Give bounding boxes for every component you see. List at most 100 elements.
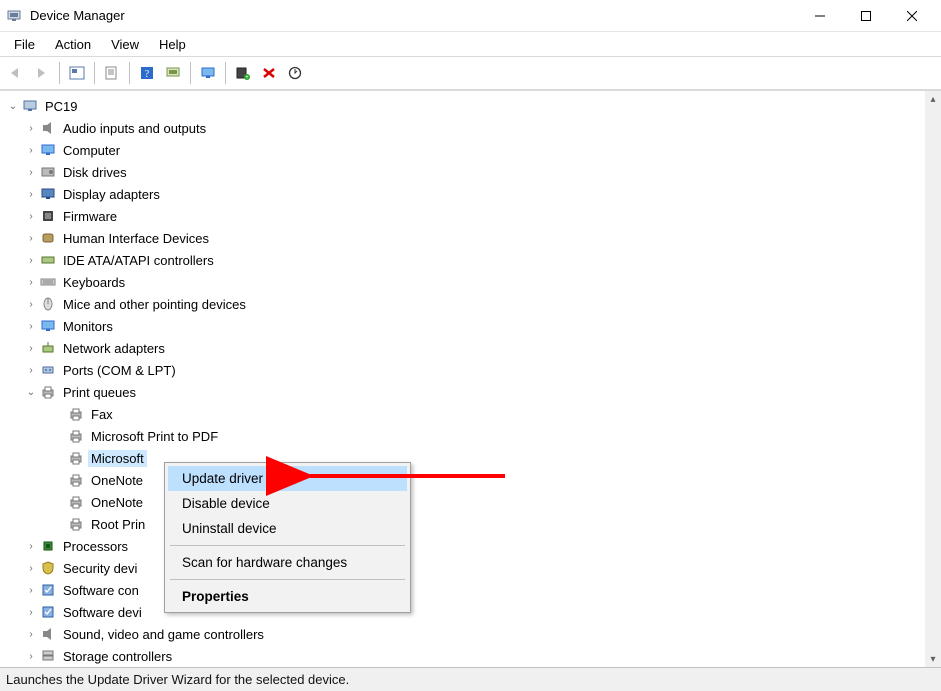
- app-icon: [6, 8, 22, 24]
- tree-category[interactable]: › Software devi: [4, 601, 925, 623]
- expander-closed[interactable]: ›: [24, 253, 38, 267]
- close-button[interactable]: [889, 1, 935, 31]
- menu-help[interactable]: Help: [149, 35, 196, 54]
- software-icon: [40, 604, 56, 620]
- speaker-icon: [40, 120, 56, 136]
- expander-closed[interactable]: ›: [24, 165, 38, 179]
- menu-action[interactable]: Action: [45, 35, 101, 54]
- toolbar-back[interactable]: [4, 61, 28, 85]
- tree-category[interactable]: › Mice and other pointing devices: [4, 293, 925, 315]
- tree-item[interactable]: Microsoft: [4, 447, 925, 469]
- tree-item[interactable]: Microsoft Print to PDF: [4, 425, 925, 447]
- tree-item[interactable]: OneNote: [4, 469, 925, 491]
- toolbar-update-driver[interactable]: [161, 61, 185, 85]
- tree-category[interactable]: › Disk drives: [4, 161, 925, 183]
- expander-closed[interactable]: ›: [24, 143, 38, 157]
- toolbar-separator: [94, 62, 95, 84]
- expander-closed[interactable]: ›: [24, 121, 38, 135]
- toolbar-show-hidden[interactable]: [65, 61, 89, 85]
- expander-open[interactable]: ⌄: [24, 385, 38, 399]
- context-menu-separator: [170, 579, 405, 580]
- tree-root[interactable]: ⌄ PC19: [4, 95, 925, 117]
- tree-category[interactable]: › Human Interface Devices: [4, 227, 925, 249]
- tree-category[interactable]: › Display adapters: [4, 183, 925, 205]
- context-menu-item[interactable]: Properties: [168, 584, 407, 609]
- tree-item-label: Fax: [88, 406, 116, 423]
- expander-placeholder: [52, 451, 66, 465]
- toolbar-properties[interactable]: [100, 61, 124, 85]
- minimize-button[interactable]: [797, 1, 843, 31]
- storage-icon: [40, 648, 56, 664]
- menu-view[interactable]: View: [101, 35, 149, 54]
- tree-item[interactable]: Fax: [4, 403, 925, 425]
- maximize-button[interactable]: [843, 1, 889, 31]
- expander-closed[interactable]: ›: [24, 649, 38, 663]
- toolbar-scan-hardware[interactable]: [283, 61, 307, 85]
- expander-closed[interactable]: ›: [24, 187, 38, 201]
- toolbar-forward[interactable]: [30, 61, 54, 85]
- ide-icon: [40, 252, 56, 268]
- tree-category[interactable]: › Computer: [4, 139, 925, 161]
- tree-category[interactable]: › Ports (COM & LPT): [4, 359, 925, 381]
- window-controls: [797, 1, 935, 31]
- expander-placeholder: [52, 495, 66, 509]
- expander-open[interactable]: ⌄: [6, 99, 20, 113]
- tree-category[interactable]: › Keyboards: [4, 271, 925, 293]
- tree-category-label: Processors: [60, 538, 131, 555]
- tree-category[interactable]: › Security devi: [4, 557, 925, 579]
- menu-file[interactable]: File: [4, 35, 45, 54]
- tree-category[interactable]: › Sound, video and game controllers: [4, 623, 925, 645]
- tree-category[interactable]: › Monitors: [4, 315, 925, 337]
- context-menu-item[interactable]: Update driver: [168, 466, 407, 491]
- context-menu-item[interactable]: Disable device: [168, 491, 407, 516]
- expander-closed[interactable]: ›: [24, 561, 38, 575]
- keyboard-icon: [40, 274, 56, 290]
- monitor-icon: [40, 142, 56, 158]
- toolbar-help[interactable]: ?: [135, 61, 159, 85]
- tree-category-label: Firmware: [60, 208, 120, 225]
- svg-text:+: +: [245, 75, 249, 80]
- scroll-down-button[interactable]: ▾: [925, 651, 941, 667]
- tree-category[interactable]: › IDE ATA/ATAPI controllers: [4, 249, 925, 271]
- menubar: File Action View Help: [0, 32, 941, 56]
- svg-text:?: ?: [145, 69, 150, 80]
- context-menu-item[interactable]: Uninstall device: [168, 516, 407, 541]
- printer-icon: [68, 516, 84, 532]
- expander-closed[interactable]: ›: [24, 297, 38, 311]
- expander-closed[interactable]: ›: [24, 319, 38, 333]
- tree-category[interactable]: › Software con: [4, 579, 925, 601]
- tree-item[interactable]: Root Prin: [4, 513, 925, 535]
- expander-closed[interactable]: ›: [24, 363, 38, 377]
- expander-closed[interactable]: ›: [24, 209, 38, 223]
- tree-category[interactable]: › Storage controllers: [4, 645, 925, 667]
- chip-icon: [40, 208, 56, 224]
- toolbar-uninstall[interactable]: [257, 61, 281, 85]
- toolbar-separator: [190, 62, 191, 84]
- scroll-up-button[interactable]: ▴: [925, 91, 941, 107]
- expander-closed[interactable]: ›: [24, 583, 38, 597]
- expander-closed[interactable]: ›: [24, 605, 38, 619]
- tree-category[interactable]: › Audio inputs and outputs: [4, 117, 925, 139]
- tree-category-label: Network adapters: [60, 340, 168, 357]
- tree-item[interactable]: OneNote: [4, 491, 925, 513]
- tree-item-label: OneNote: [88, 472, 146, 489]
- expander-closed[interactable]: ›: [24, 627, 38, 641]
- context-menu-item[interactable]: Scan for hardware changes: [168, 550, 407, 575]
- printer-icon: [68, 406, 84, 422]
- tree-category[interactable]: › Firmware: [4, 205, 925, 227]
- toolbar-show-monitor[interactable]: [196, 61, 220, 85]
- device-tree[interactable]: ⌄ PC19 › Audio inputs and outputs › Comp…: [0, 91, 925, 667]
- expander-closed[interactable]: ›: [24, 341, 38, 355]
- toolbar-add-legacy[interactable]: +: [231, 61, 255, 85]
- vertical-scrollbar[interactable]: ▴ ▾: [925, 91, 941, 667]
- tree-category[interactable]: › Network adapters: [4, 337, 925, 359]
- hid-icon: [40, 230, 56, 246]
- expander-closed[interactable]: ›: [24, 539, 38, 553]
- printer-icon: [68, 472, 84, 488]
- monitor-icon: [40, 318, 56, 334]
- tree-category[interactable]: › Processors: [4, 535, 925, 557]
- expander-closed[interactable]: ›: [24, 231, 38, 245]
- tree-area: ⌄ PC19 › Audio inputs and outputs › Comp…: [0, 90, 941, 667]
- expander-closed[interactable]: ›: [24, 275, 38, 289]
- tree-category[interactable]: ⌄ Print queues: [4, 381, 925, 403]
